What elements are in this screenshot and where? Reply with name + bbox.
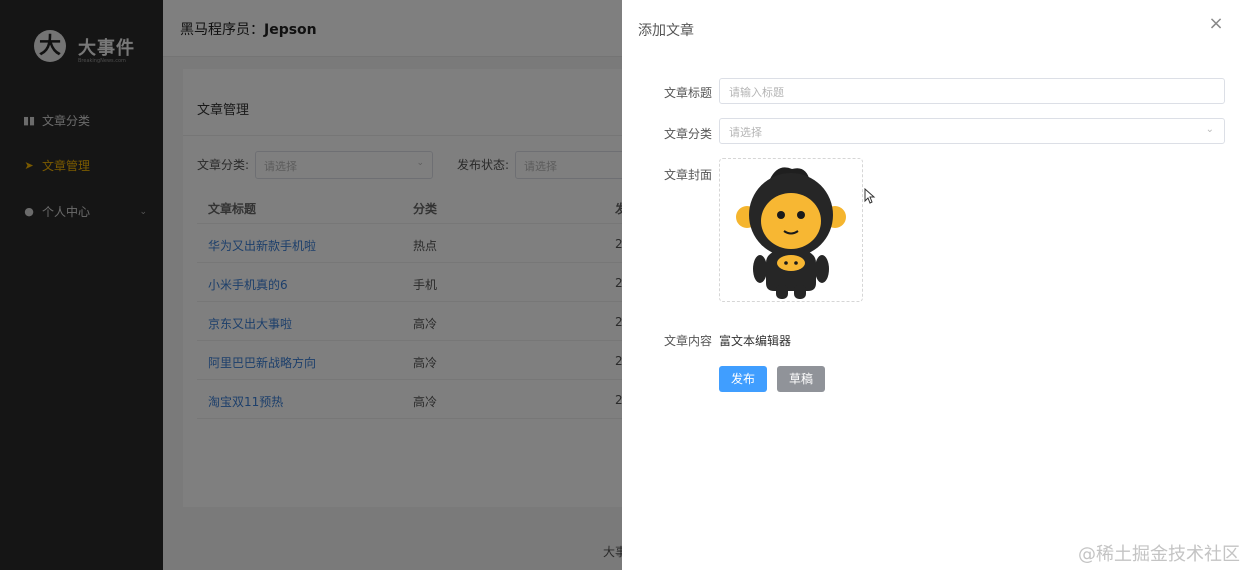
add-article-drawer: 添加文章 × 文章标题 请输入标题 文章分类 请选择 ⌄ 文章封面 文章内容 富… — [622, 0, 1246, 570]
title-input[interactable]: 请输入标题 — [719, 78, 1225, 104]
modal-overlay[interactable] — [0, 0, 622, 570]
watermark: @稀土掘金技术社区 — [1078, 544, 1240, 565]
cover-label: 文章封面 — [664, 168, 713, 182]
content-label: 文章内容 — [664, 334, 713, 348]
cover-upload[interactable] — [719, 158, 863, 302]
close-icon[interactable]: × — [1208, 15, 1224, 33]
category-select[interactable]: 请选择 ⌄ — [719, 118, 1225, 144]
category-placeholder: 请选择 — [729, 126, 762, 139]
publish-button[interactable]: 发布 — [719, 366, 767, 392]
chevron-down-icon: ⌄ — [1205, 124, 1214, 135]
draft-button[interactable]: 草稿 — [777, 366, 825, 392]
drawer-title: 添加文章 — [638, 23, 694, 39]
mouse-cursor-icon — [864, 188, 876, 204]
title-label: 文章标题 — [664, 86, 713, 100]
cover-image — [736, 167, 846, 299]
rich-text-editor[interactable]: 富文本编辑器 — [719, 332, 791, 349]
category-label: 文章分类 — [664, 127, 713, 141]
title-placeholder: 请输入标题 — [729, 86, 784, 99]
